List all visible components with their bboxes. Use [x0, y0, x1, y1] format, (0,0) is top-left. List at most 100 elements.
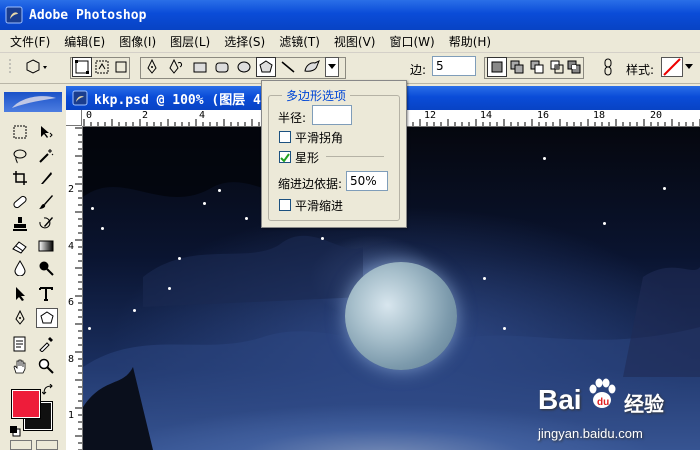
watermark-brand: Bai	[538, 384, 582, 415]
sides-input[interactable]: 5	[432, 56, 476, 76]
foreground-color-swatch[interactable]	[11, 389, 41, 419]
polygon-tool-button[interactable]	[256, 57, 276, 77]
marquee-tool[interactable]	[10, 122, 30, 142]
smooth-corners-label: 平滑拐角	[295, 131, 344, 145]
polygon-icon	[259, 60, 273, 73]
toolbox-header-logo[interactable]	[4, 92, 62, 112]
menu-view[interactable]: 视图(V)	[334, 33, 376, 50]
magic-wand-tool[interactable]	[36, 146, 56, 166]
menu-filter[interactable]: 滤镜(T)	[279, 33, 320, 50]
swap-arrows-icon	[42, 384, 53, 395]
dodge-tool[interactable]	[36, 258, 56, 278]
freeform-pen-icon	[169, 59, 182, 74]
paths-button[interactable]	[92, 57, 112, 77]
quick-mask-button[interactable]	[36, 440, 58, 450]
rectangle-tool-button[interactable]	[190, 57, 210, 77]
blur-drop-icon	[14, 260, 26, 276]
menu-window[interactable]: 窗口(W)	[389, 33, 434, 50]
dodge-icon	[39, 261, 54, 276]
tool-preset-picker[interactable]	[24, 57, 50, 77]
magic-wand-icon	[39, 149, 54, 163]
notes-icon	[13, 336, 26, 352]
hand-icon	[13, 359, 26, 374]
clone-stamp-tool[interactable]	[10, 214, 30, 234]
blur-tool[interactable]	[10, 258, 30, 278]
star	[483, 277, 486, 280]
subtract-shape-area-button[interactable]	[527, 57, 547, 77]
move-tool[interactable]	[36, 122, 56, 142]
radius-label: 半径:	[278, 111, 307, 125]
ruler-h-label: 4	[199, 110, 206, 121]
star	[503, 327, 506, 330]
ellipse-tool-button[interactable]	[234, 57, 254, 77]
path-selection-tool[interactable]	[10, 284, 30, 304]
subtract-area-icon	[530, 60, 544, 74]
ruler-v-label: 4	[68, 241, 75, 252]
smooth-indent-checkbox[interactable]	[279, 199, 291, 211]
menu-select[interactable]: 选择(S)	[224, 33, 265, 50]
smooth-indent-label: 平滑缩进	[295, 199, 344, 213]
menu-help[interactable]: 帮助(H)	[449, 33, 491, 50]
watermark-url: jingyan.baidu.com	[538, 426, 643, 441]
style-swatch[interactable]	[661, 57, 683, 77]
ruler-origin[interactable]	[66, 110, 82, 126]
geometry-options-dropdown[interactable]	[325, 57, 339, 77]
ruler-h-label: 0	[86, 110, 93, 121]
add-shape-area-button[interactable]	[507, 57, 527, 77]
default-colors-button[interactable]	[8, 424, 22, 438]
menu-layer[interactable]: 图层(L)	[170, 33, 210, 50]
watermark-brand-cn: 经验	[624, 392, 664, 416]
custom-shape-button[interactable]	[302, 57, 322, 77]
new-area-icon	[491, 61, 503, 73]
lasso-tool[interactable]	[10, 146, 30, 166]
pen-icon	[147, 59, 157, 74]
star	[168, 287, 171, 290]
swap-colors-button[interactable]	[42, 384, 54, 396]
brush-icon	[39, 195, 53, 209]
eyedropper-tool[interactable]	[36, 334, 56, 354]
pen-tool[interactable]	[10, 308, 30, 328]
star-checkbox[interactable]	[279, 151, 291, 163]
brush-tool[interactable]	[36, 192, 56, 212]
path-selection-icon	[16, 287, 25, 301]
zoom-tool[interactable]	[36, 356, 56, 376]
healing-brush-tool[interactable]	[10, 192, 30, 212]
crop-tool[interactable]	[10, 168, 30, 188]
stamp-icon	[13, 217, 27, 231]
pen-tool-button[interactable]	[142, 57, 162, 77]
freeform-pen-button[interactable]	[166, 57, 186, 77]
gradient-tool[interactable]	[36, 236, 56, 256]
eraser-tool[interactable]	[10, 236, 30, 256]
menu-file[interactable]: 文件(F)	[10, 33, 50, 50]
shape-layers-button[interactable]	[72, 57, 92, 77]
history-brush-tool[interactable]	[36, 214, 56, 234]
fill-pixels-icon	[115, 61, 127, 73]
vertical-ruler[interactable]: 2 4 6 8 1	[66, 126, 83, 450]
rounded-rectangle-button[interactable]	[212, 57, 232, 77]
shape-layers-icon	[75, 60, 89, 74]
line-tool-button[interactable]	[278, 57, 298, 77]
slice-tool[interactable]	[36, 168, 56, 188]
menu-edit[interactable]: 编辑(E)	[64, 33, 105, 50]
marquee-icon	[13, 125, 27, 139]
style-dropdown[interactable]	[683, 57, 695, 77]
radius-input[interactable]	[312, 105, 352, 125]
new-shape-area-button[interactable]	[487, 57, 507, 77]
polygon-options-popup: 多边形选项 半径: 平滑拐角 星形 缩进边依据: 50% 平滑缩进	[261, 80, 407, 228]
star	[133, 309, 136, 312]
standard-mode-button[interactable]	[10, 440, 32, 450]
link-layer-style-button[interactable]	[598, 57, 618, 77]
ruler-h-label: 18	[593, 110, 606, 121]
exclude-shape-area-button[interactable]	[564, 57, 584, 77]
indent-input[interactable]: 50%	[346, 171, 388, 191]
sides-label: 边:	[410, 63, 427, 77]
options-grip[interactable]	[8, 57, 12, 77]
ruler-v-label: 6	[68, 297, 75, 308]
notes-tool[interactable]	[10, 334, 30, 354]
type-tool[interactable]	[36, 284, 56, 304]
fill-pixels-button[interactable]	[111, 57, 131, 77]
hand-tool[interactable]	[10, 356, 30, 376]
polygon-shape-tool[interactable]	[36, 308, 58, 328]
menu-image[interactable]: 图像(I)	[119, 33, 156, 50]
smooth-corners-checkbox[interactable]	[279, 131, 291, 143]
